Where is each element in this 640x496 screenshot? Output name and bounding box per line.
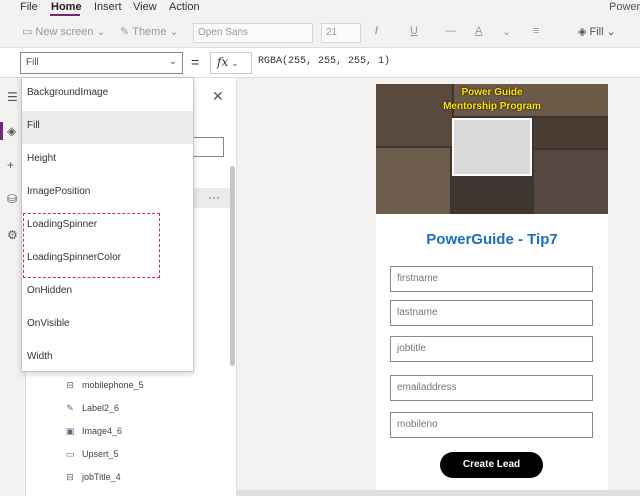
underline-icon[interactable]: U [410, 25, 418, 37]
banner-photo [454, 178, 530, 214]
mobileno-input[interactable]: mobileno [390, 412, 593, 438]
property-select-value: Fill [26, 57, 39, 68]
property-option[interactable]: Height [22, 144, 193, 177]
rail-selection-indicator [0, 122, 3, 140]
formula-bar: Fill ⌄ = fx ⌄ RGBA(255, 255, 255, 1) [0, 48, 640, 78]
property-option[interactable]: OnVisible [22, 309, 193, 342]
banner-photo [534, 118, 608, 148]
text-input-icon: ⊟ [66, 379, 74, 390]
chevron-down-icon: ⌄ [168, 56, 177, 67]
tree-item[interactable]: ⊟ mobilephone_5 [64, 376, 144, 394]
jobtitle-input[interactable]: jobtitle [390, 336, 593, 362]
equals-sign: = [191, 54, 200, 70]
menu-file[interactable]: File [20, 1, 38, 13]
database-icon[interactable]: ⛁ [7, 192, 17, 206]
annotation-highlight-box [23, 213, 160, 278]
tree-item-label: Upsert_5 [82, 449, 119, 459]
advanced-tools-icon[interactable]: ⚙ [7, 228, 18, 242]
theme-label: Theme [132, 25, 167, 38]
font-color-icon[interactable]: A [475, 25, 482, 37]
theme-icon: ✎ [120, 26, 130, 38]
app-title: PowerGuide - Tip7 [426, 231, 558, 248]
text-input-icon: ⊟ [66, 471, 74, 482]
label-icon: ✎ [66, 402, 74, 413]
paint-bucket-icon: ◈ [578, 26, 587, 38]
add-icon[interactable]: + [7, 158, 14, 172]
property-option[interactable]: ImagePosition [22, 177, 193, 210]
firstname-input[interactable]: firstname [390, 266, 593, 292]
banner-title-line2: Mentorship Program [443, 101, 541, 112]
menu-action[interactable]: Action [169, 1, 200, 13]
tree-item[interactable]: ▣ Image4_6 [64, 422, 122, 440]
bold-icon[interactable]: / [375, 25, 378, 37]
menu-home[interactable]: Home [51, 1, 82, 13]
layers-icon[interactable]: ◈ [7, 124, 16, 138]
chevron-down-icon: ⌄ [606, 26, 616, 38]
tree-item-label: Label2_6 [82, 403, 120, 413]
menu-view[interactable]: View [133, 1, 157, 13]
tree-item[interactable]: ⊟ jobTitle_4 [64, 468, 121, 486]
tree-item[interactable]: ▭ Upsert_5 [64, 445, 119, 463]
fill-label: Fill [589, 25, 604, 38]
new-screen-button[interactable]: ▭ New screen ⌄ [22, 25, 106, 39]
menu-bar: File Home Insert View Action PowerG [0, 0, 640, 16]
property-dropdown: BackgroundImage Fill Height ImagePositio… [21, 77, 194, 372]
button-icon: ▭ [65, 448, 75, 459]
fx-button[interactable]: fx ⌄ [210, 52, 252, 74]
create-lead-button[interactable]: Create Lead [440, 452, 543, 478]
lastname-input[interactable]: lastname [390, 300, 593, 326]
fx-label: fx [217, 55, 229, 69]
property-option[interactable]: BackgroundImage [22, 78, 193, 111]
ribbon: ▭ New screen ⌄ ✎ Theme ⌄ Open Sans 21 / … [0, 16, 640, 48]
more-options-icon[interactable]: ··· [208, 190, 220, 204]
property-option[interactable]: OnHidden [22, 276, 193, 309]
property-select[interactable]: Fill ⌄ [20, 52, 183, 74]
property-option[interactable]: Width [22, 342, 193, 375]
banner-photo-slide [452, 118, 532, 176]
app-screen[interactable]: Power Guide Mentorship Program PowerGuid… [376, 84, 608, 490]
image-icon: ▣ [65, 425, 75, 436]
tree-item-label: Image4_6 [82, 426, 123, 436]
property-option-selected[interactable]: Fill [22, 111, 193, 144]
hamburger-menu-icon[interactable]: ☰ [7, 90, 18, 104]
status-strip [237, 490, 640, 496]
chevron-down-icon: ⌄ [169, 26, 179, 38]
chevron-down-icon: ⌄ [228, 59, 239, 69]
close-icon[interactable]: ✕ [212, 88, 224, 105]
tree-search-input[interactable] [194, 137, 224, 157]
chevron-down-icon: ⌄ [96, 26, 106, 38]
strikethrough-icon[interactable]: — [445, 25, 456, 37]
emailaddress-input[interactable]: emailaddress [390, 375, 593, 401]
tree-item[interactable]: ✎ Label2_6 [64, 399, 119, 417]
banner-title-line1: Power Guide [461, 87, 523, 98]
banner-photo [534, 150, 608, 214]
tree-scrollbar[interactable] [230, 166, 235, 366]
formula-input[interactable]: RGBA(255, 255, 255, 1) [258, 56, 390, 67]
new-screen-icon: ▭ [22, 26, 33, 38]
tree-item-label: jobTitle_4 [82, 472, 121, 482]
chevron-down-icon[interactable]: ⌄ [502, 25, 511, 38]
app-name: PowerG [609, 1, 640, 13]
new-screen-label: New screen [35, 25, 94, 38]
fill-button[interactable]: ◈ Fill ⌄ [578, 25, 616, 39]
banner-photo [376, 148, 450, 214]
banner-image: Power Guide Mentorship Program [376, 84, 608, 214]
banner-title: Power Guide Mentorship Program [376, 86, 608, 114]
theme-button[interactable]: ✎ Theme ⌄ [120, 25, 179, 39]
font-select[interactable]: Open Sans [193, 23, 313, 43]
tree-item-label: mobilephone_5 [82, 380, 144, 390]
canvas-area: Power Guide Mentorship Program PowerGuid… [237, 78, 640, 496]
menu-insert[interactable]: Insert [94, 1, 122, 13]
align-icon[interactable]: ≡ [533, 25, 539, 37]
font-size-select[interactable]: 21 [321, 23, 361, 43]
